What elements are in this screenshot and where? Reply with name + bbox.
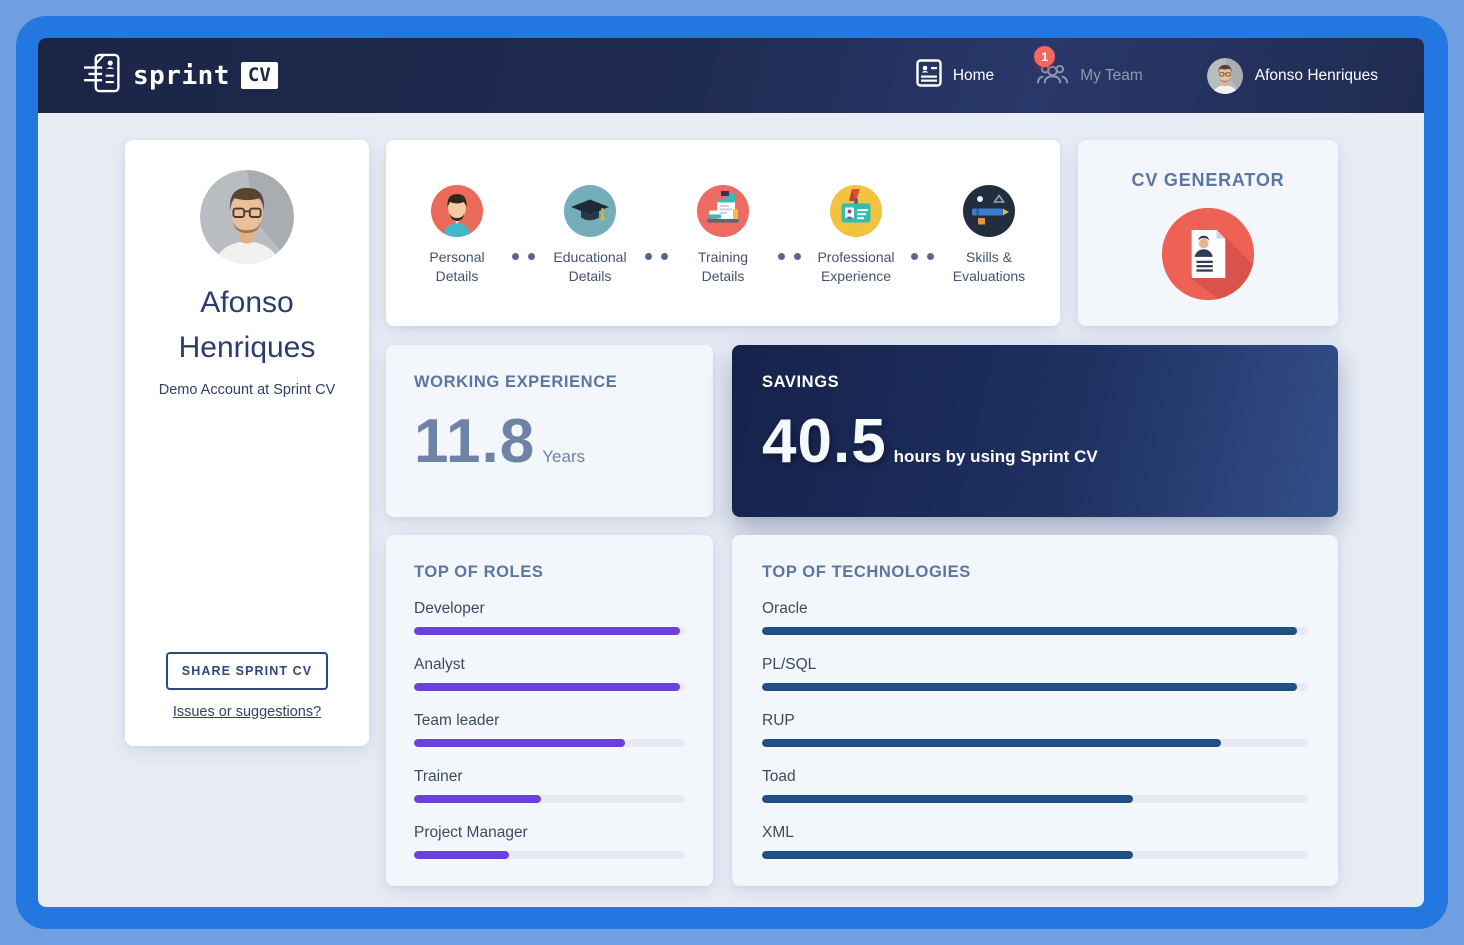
stepper-dots — [906, 253, 939, 260]
role-bar-row: Analyst — [414, 656, 685, 691]
laptop-books-icon — [697, 185, 749, 237]
graduation-cap-icon — [564, 185, 616, 237]
cv-generator-card: CV GENERATOR — [1078, 140, 1338, 326]
step-label: Training Details — [698, 248, 748, 286]
pencil-shapes-icon — [963, 185, 1015, 237]
working-experience-card: WORKING EXPERIENCE 11.8 Years — [386, 345, 713, 517]
progress-track — [414, 683, 685, 691]
step-label: Personal Details — [429, 248, 484, 286]
progress-track — [414, 627, 685, 635]
technology-bar-row: XML — [762, 824, 1308, 859]
progress-fill — [414, 851, 509, 859]
technology-bar-row: Toad — [762, 768, 1308, 803]
profile-name: Afonso Henriques — [179, 280, 316, 370]
profile-card: Afonso Henriques Demo Account at Sprint … — [125, 140, 369, 746]
issues-suggestions-link[interactable]: Issues or suggestions? — [173, 704, 321, 720]
role-bar-row: Team leader — [414, 712, 685, 747]
progress-track — [414, 739, 685, 747]
progress-fill — [762, 683, 1297, 691]
nav-user[interactable]: Afonso Henriques — [1207, 58, 1378, 94]
person-icon — [431, 185, 483, 237]
technologies-bar-list: Oracle PL/SQL RUP Toad XML — [762, 600, 1308, 859]
step-personal-details[interactable]: Personal Details — [407, 185, 507, 286]
step-skills-evaluations[interactable]: Skills & Evaluations — [939, 185, 1039, 286]
cv-generator-icon[interactable] — [1160, 206, 1256, 302]
id-badge-icon — [830, 185, 882, 237]
step-label: Educational Details — [553, 248, 626, 286]
technology-bar-row: PL/SQL — [762, 656, 1308, 691]
top-of-roles-card: TOP OF ROLES Developer Analyst Team lead… — [386, 535, 713, 886]
nav-home-label: Home — [953, 67, 994, 85]
working-experience-value: 11.8 — [414, 406, 535, 477]
role-bar-row: Trainer — [414, 768, 685, 803]
progress-track — [762, 795, 1308, 803]
progress-fill — [414, 739, 625, 747]
top-navbar: sprint CV Home 1 — [38, 38, 1424, 113]
progress-fill — [762, 627, 1297, 635]
savings-title: SAVINGS — [762, 373, 1308, 392]
progress-fill — [762, 851, 1133, 859]
progress-fill — [414, 627, 680, 635]
nav-user-name: Afonso Henriques — [1255, 67, 1378, 85]
progress-track — [762, 683, 1308, 691]
stepper-dots — [773, 253, 806, 260]
technology-bar-row: RUP — [762, 712, 1308, 747]
nav-home[interactable]: Home — [916, 59, 994, 92]
top-of-technologies-card: TOP OF TECHNOLOGIES Oracle PL/SQL RUP To… — [732, 535, 1338, 886]
progress-track — [762, 739, 1308, 747]
app-window: sprint CV Home 1 — [38, 38, 1424, 907]
nav-my-team[interactable]: 1 My Team — [1036, 61, 1143, 90]
step-training-details[interactable]: Training Details — [673, 185, 773, 286]
stepper-dots — [507, 253, 540, 260]
profile-photo — [200, 170, 294, 264]
progress-fill — [414, 683, 680, 691]
cv-sections-stepper-card: Personal Details Educational — [386, 140, 1060, 326]
step-label: Professional Experience — [817, 248, 894, 286]
top-of-roles-title: TOP OF ROLES — [414, 563, 685, 582]
progress-fill — [414, 795, 541, 803]
role-bar-row: Developer — [414, 600, 685, 635]
progress-fill — [762, 739, 1221, 747]
brand-cv-badge: CV — [241, 62, 278, 89]
navbar-menu: Home 1 My Team — [916, 58, 1378, 94]
sprint-cv-logo-icon — [84, 52, 122, 99]
technology-bar-row: Oracle — [762, 600, 1308, 635]
cv-document-icon — [916, 59, 942, 92]
cv-generator-title: CV GENERATOR — [1132, 170, 1285, 191]
role-bar-row: Project Manager — [414, 824, 685, 859]
savings-unit: hours by using Sprint CV — [894, 447, 1098, 467]
profile-name-line2: Henriques — [179, 325, 316, 370]
progress-track — [414, 795, 685, 803]
progress-track — [762, 627, 1308, 635]
brand-logo[interactable]: sprint CV — [84, 52, 278, 99]
roles-bar-list: Developer Analyst Team leader Trainer Pr… — [414, 600, 685, 859]
working-experience-title: WORKING EXPERIENCE — [414, 373, 685, 392]
savings-card: SAVINGS 40.5 hours by using Sprint CV — [732, 345, 1338, 517]
share-sprint-cv-button[interactable]: SHARE SPRINT CV — [166, 652, 328, 690]
top-of-technologies-title: TOP OF TECHNOLOGIES — [762, 563, 1308, 582]
profile-subtitle: Demo Account at Sprint CV — [159, 382, 336, 398]
stepper-dots — [640, 253, 673, 260]
progress-track — [414, 851, 685, 859]
step-label: Skills & Evaluations — [953, 248, 1025, 286]
profile-name-line1: Afonso — [179, 280, 316, 325]
working-experience-unit: Years — [542, 447, 585, 467]
brand-name: sprint — [133, 61, 230, 91]
dashboard: Afonso Henriques Demo Account at Sprint … — [38, 113, 1424, 907]
progress-fill — [762, 795, 1133, 803]
step-professional-experience[interactable]: Professional Experience — [806, 185, 906, 286]
savings-value: 40.5 — [762, 406, 887, 477]
avatar — [1207, 58, 1243, 94]
nav-my-team-label: My Team — [1080, 67, 1143, 85]
step-educational-details[interactable]: Educational Details — [540, 185, 640, 286]
progress-track — [762, 851, 1308, 859]
